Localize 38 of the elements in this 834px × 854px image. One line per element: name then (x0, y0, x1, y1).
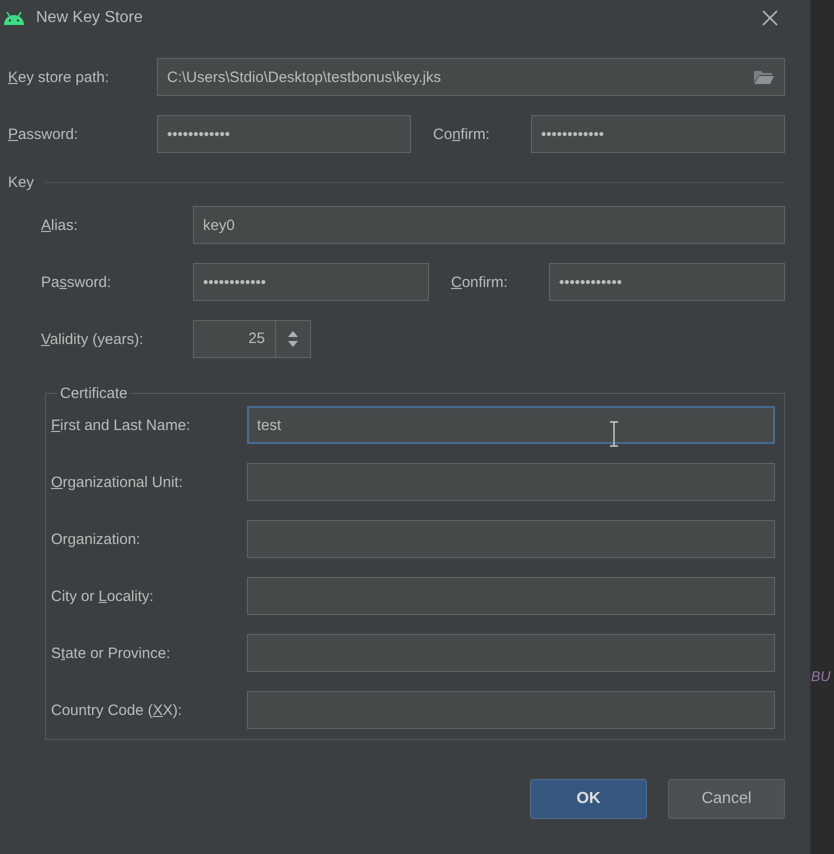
input-field[interactable]: test (247, 406, 775, 444)
input-field[interactable] (247, 520, 775, 558)
field-label: Confirm: (433, 126, 491, 142)
input-field[interactable]: •••••••••••• (157, 115, 411, 153)
path-field[interactable]: C:\Users\Stdio\Desktop\testbonus\key.jks (157, 58, 785, 96)
ok-button[interactable]: OK (530, 779, 647, 819)
section-title: Key (8, 174, 34, 190)
android-icon (3, 11, 25, 25)
input-field[interactable] (247, 577, 775, 615)
field-label: Password: (41, 274, 112, 290)
field-label: Alias: (41, 216, 79, 234)
path-text: C:\Users\Stdio\Desktop\testbonus\key.jks (167, 68, 441, 86)
input-field[interactable] (247, 463, 775, 501)
field-label: Organization: (51, 530, 142, 548)
cancel-button[interactable]: Cancel (668, 779, 785, 819)
field-label: State or Province: (51, 644, 172, 662)
close-icon[interactable] (762, 10, 778, 26)
field-label: Organizational Unit: (51, 474, 184, 490)
background-text: BU (811, 668, 830, 684)
text-cursor-icon (609, 421, 619, 447)
group-title: Certificate (59, 385, 129, 402)
folder-icon[interactable] (753, 69, 775, 85)
field-label: City or Locality: (51, 588, 155, 604)
field-label: Key store path: (8, 68, 110, 86)
input-field[interactable] (247, 634, 775, 672)
input-field[interactable]: key0 (193, 206, 785, 244)
number-spinner[interactable]: 25 (193, 320, 311, 358)
input-field[interactable]: •••••••••••• (531, 115, 785, 153)
spinner-arrows-icon[interactable] (287, 330, 299, 348)
field-label: Password: (8, 126, 80, 142)
window-title: New Key Store (36, 9, 144, 27)
field-label: Country Code (XX): (51, 702, 183, 718)
field-label: Confirm: (451, 274, 509, 290)
field-label: First and Last Name: (51, 416, 192, 434)
field-label: Validity (years): (41, 330, 144, 348)
input-field[interactable]: •••••••••••• (193, 263, 429, 301)
input-field[interactable] (247, 691, 775, 729)
input-field[interactable]: •••••••••••• (549, 263, 785, 301)
